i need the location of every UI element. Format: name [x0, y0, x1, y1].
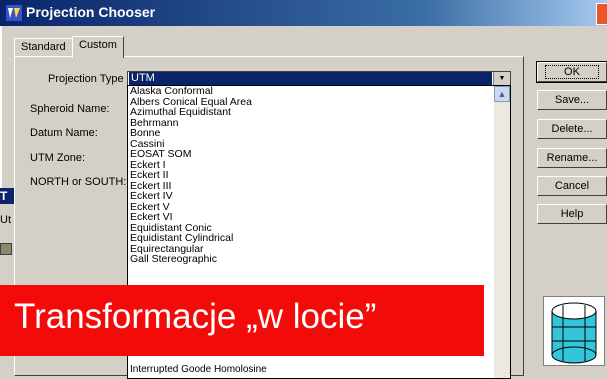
delete-button-label: Delete...	[551, 123, 593, 135]
list-item[interactable]: Eckert V	[128, 201, 510, 213]
ok-button-label: OK	[545, 65, 599, 79]
tab-standard[interactable]: Standard	[14, 38, 73, 57]
spheroid-name-label: Spheroid Name:	[30, 103, 110, 115]
datum-name-label: Datum Name:	[30, 127, 98, 139]
banner-text: Transformacje „w locie”	[14, 297, 377, 336]
projection-type-label: Projection Type :	[48, 73, 130, 85]
list-item[interactable]: Bonne	[128, 128, 510, 139]
window-title: Projection Chooser	[26, 4, 156, 20]
globe-projection-icon	[543, 296, 605, 366]
list-item[interactable]: Eckert III	[128, 180, 510, 192]
toolbar-icon	[0, 243, 12, 255]
list-item[interactable]: Eckert IV	[128, 191, 510, 202]
list-item[interactable]: Azimuthal Equidistant	[128, 107, 510, 118]
scroll-up-icon[interactable]: ▲	[494, 86, 510, 102]
close-button[interactable]	[596, 3, 607, 25]
projection-type-value: UTM	[129, 72, 492, 85]
tab-standard-label: Standard	[21, 41, 66, 53]
list-item[interactable]: EOSAT SOM	[128, 149, 510, 160]
list-item[interactable]: Eckert VI	[128, 212, 510, 223]
utm-zone-label: UTM Zone:	[30, 152, 86, 164]
cancel-button[interactable]: Cancel	[537, 176, 607, 196]
save-button[interactable]: Save...	[537, 90, 607, 110]
tab-custom[interactable]: Custom	[72, 36, 124, 58]
title-bar[interactable]: Projection Chooser	[0, 0, 607, 26]
erdas-app-icon	[6, 5, 22, 21]
list-item[interactable]: Eckert II	[128, 170, 510, 181]
tab-custom-label: Custom	[79, 39, 117, 51]
caption-banner: Transformacje „w locie”	[0, 285, 484, 356]
list-item[interactable]: Equidistant Cylindrical	[128, 233, 510, 244]
list-scrollbar[interactable]: ▲	[494, 86, 510, 378]
projection-type-select[interactable]: UTM ▼	[127, 71, 511, 86]
list-item[interactable]: Behrmann	[128, 117, 510, 129]
north-south-label: NORTH or SOUTH:	[30, 176, 127, 188]
save-button-label: Save...	[554, 94, 590, 106]
projection-options: Alaska Conformal Albers Conical Equal Ar…	[128, 86, 510, 265]
cylinder-globe-icon	[551, 302, 597, 364]
list-item-cut-off: Interrupted Goode Homolosine	[130, 364, 267, 375]
rename-button[interactable]: Rename...	[537, 148, 607, 168]
list-item[interactable]: Eckert I	[128, 159, 510, 171]
dropdown-arrow-icon[interactable]: ▼	[493, 72, 510, 85]
list-item[interactable]: Alaska Conformal	[128, 86, 510, 97]
help-button-label: Help	[560, 208, 584, 220]
cancel-button-label: Cancel	[554, 180, 590, 192]
background-window-title: T	[0, 188, 14, 204]
list-item[interactable]: Gall Stereographic	[128, 254, 510, 265]
background-window-text: Ut	[0, 214, 11, 226]
ok-button[interactable]: OK	[536, 61, 607, 83]
delete-button[interactable]: Delete...	[537, 119, 607, 139]
rename-button-label: Rename...	[546, 152, 598, 164]
help-button[interactable]: Help	[537, 204, 607, 224]
